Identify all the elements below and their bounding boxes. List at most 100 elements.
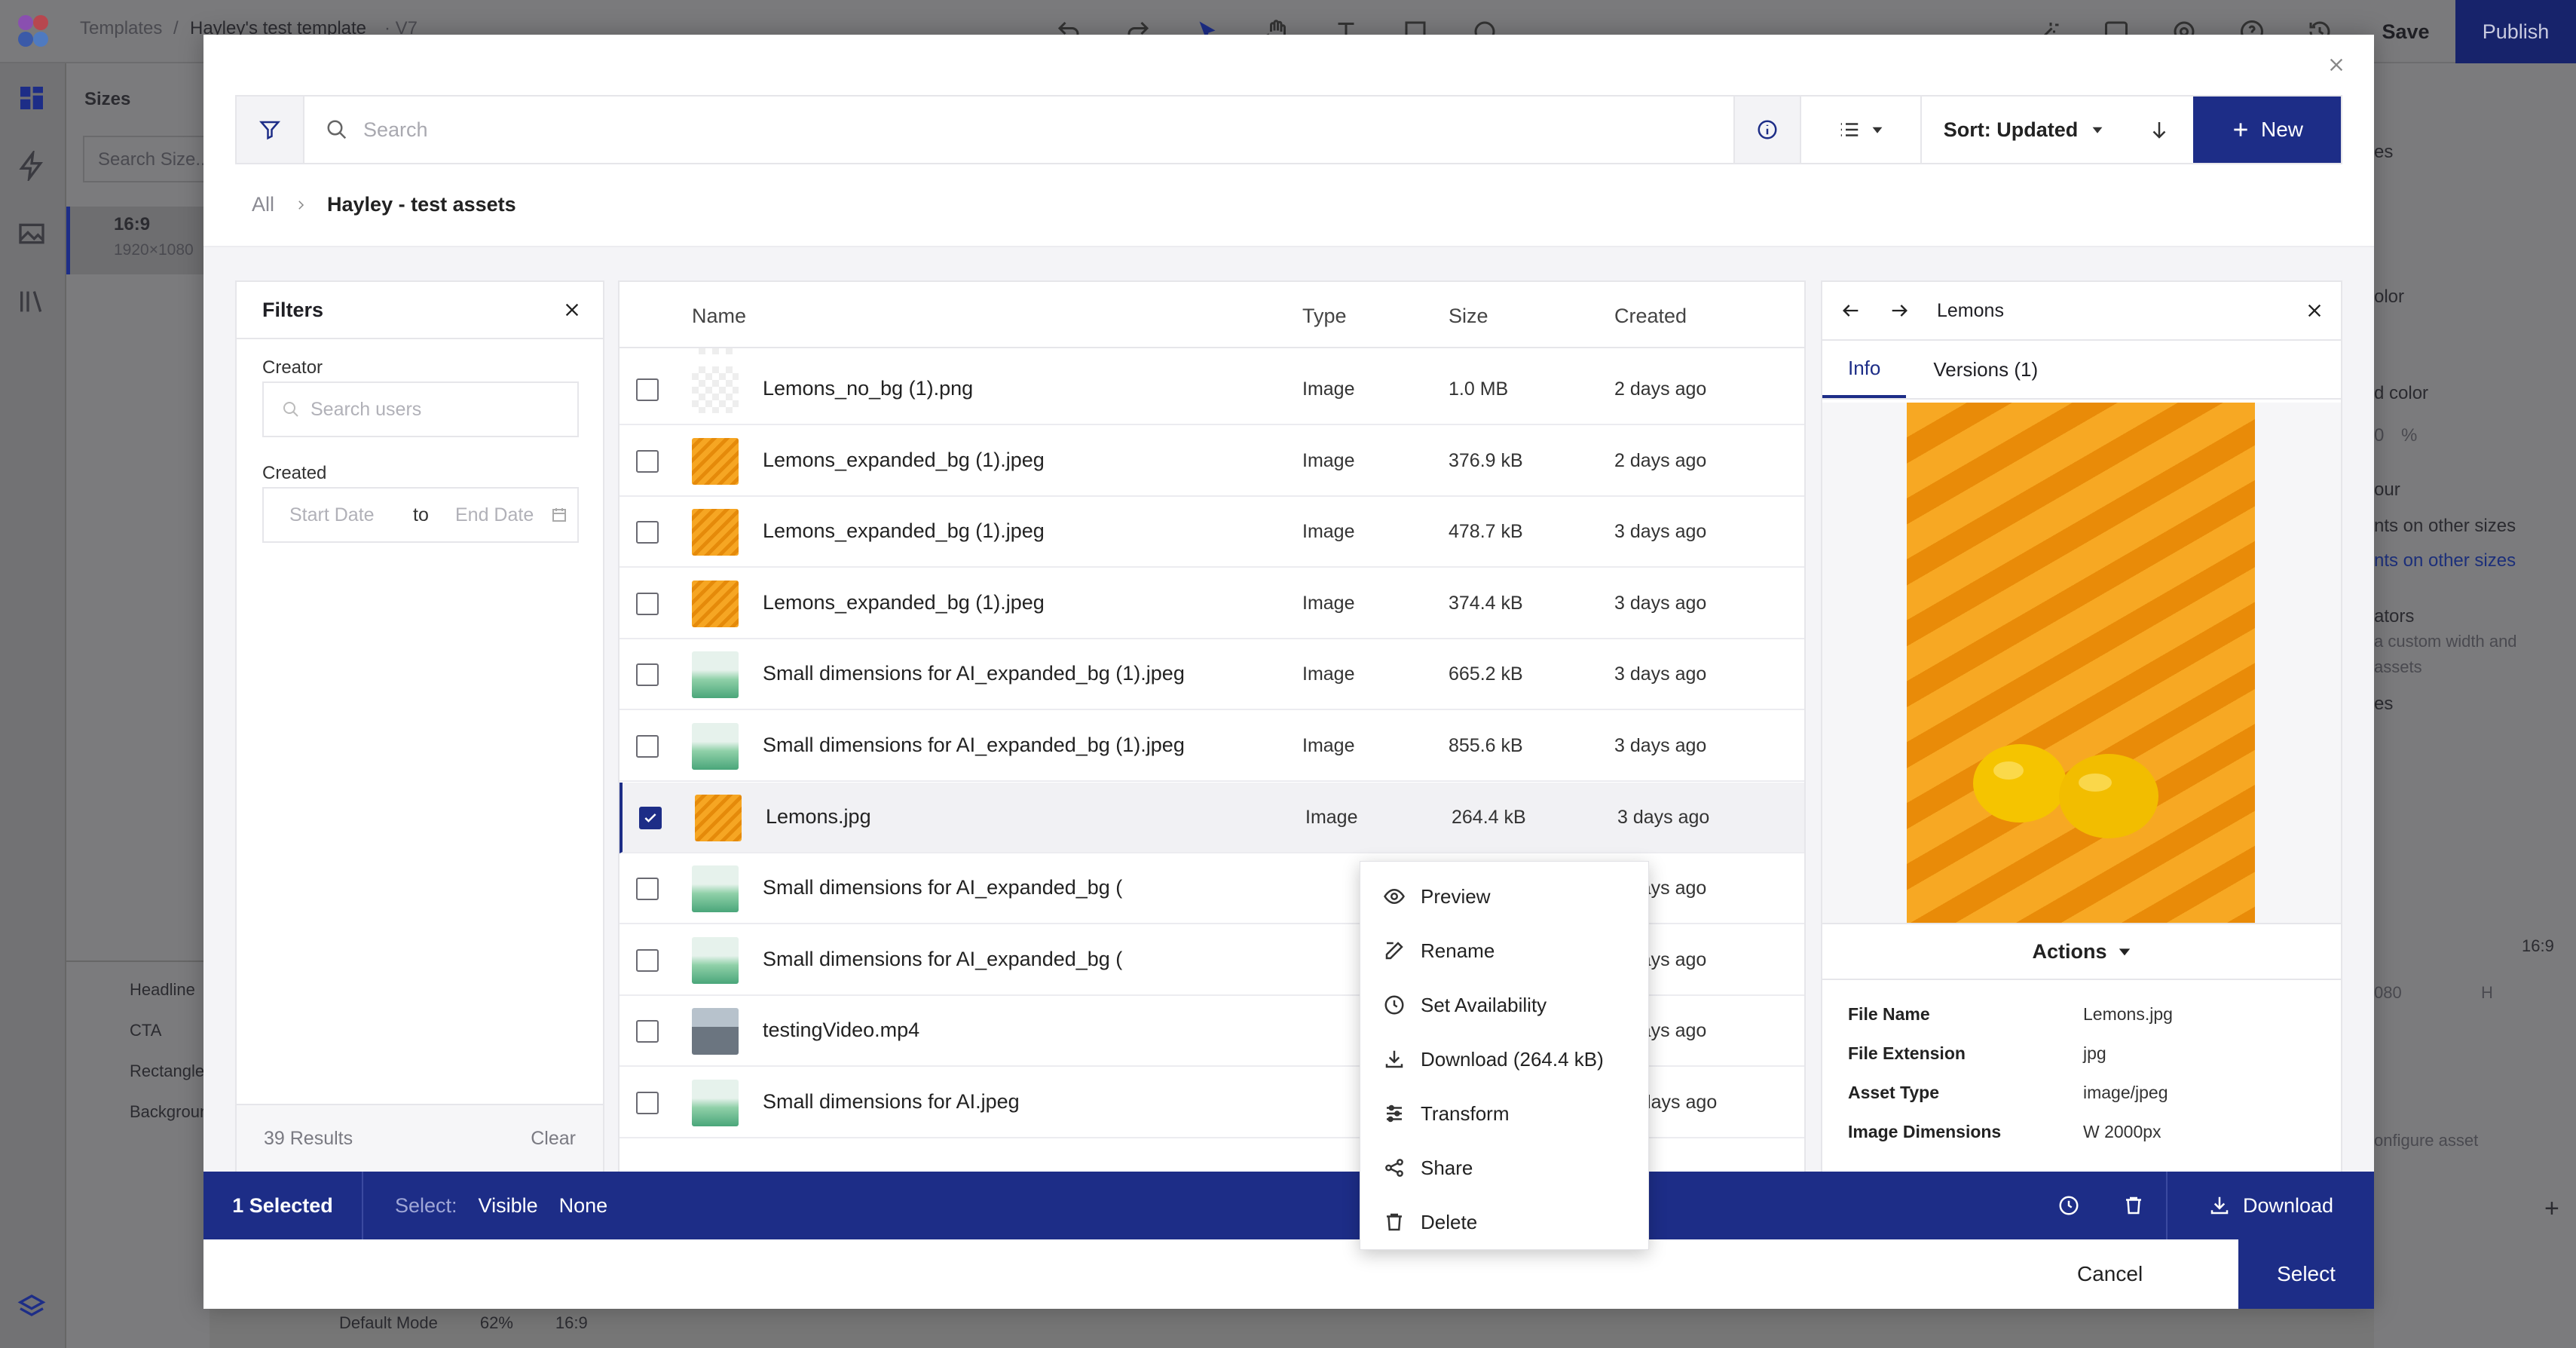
table-row[interactable]: Lemons_no_bg (1).png Image 1.0 MB 2 days ag… bbox=[620, 354, 1804, 425]
context-menu-label: Download (264.4 kB) bbox=[1421, 1047, 1604, 1071]
row-checkbox[interactable] bbox=[636, 878, 659, 901]
row-checkbox[interactable] bbox=[636, 1092, 659, 1114]
end-date-field[interactable]: End Date bbox=[455, 504, 550, 526]
column-type[interactable]: Type bbox=[1302, 305, 1347, 328]
add-icon[interactable]: + bbox=[2544, 1194, 2559, 1224]
cancel-button[interactable]: Cancel bbox=[2077, 1262, 2143, 1286]
sort-dropdown[interactable]: Sort: Updated bbox=[1922, 97, 2125, 163]
row-checkbox[interactable] bbox=[636, 663, 659, 687]
asset-preview-image[interactable] bbox=[1907, 403, 2255, 923]
table-row[interactable]: Small dimensions for AI_expanded_bg (1).… bbox=[620, 639, 1804, 711]
row-checkbox[interactable] bbox=[636, 948, 659, 972]
zoom-label[interactable]: 62% bbox=[480, 1313, 513, 1333]
row-checkbox[interactable] bbox=[636, 521, 659, 544]
sizes-search-input[interactable]: Search Size... bbox=[83, 136, 211, 182]
row-thumbnail bbox=[692, 723, 739, 770]
sizes-title: Sizes bbox=[84, 89, 131, 109]
breadcrumb: All Hayley - test assets bbox=[252, 193, 516, 216]
sidebar-library-icon[interactable] bbox=[17, 286, 47, 317]
context-menu-item-share[interactable]: Share bbox=[1360, 1141, 1648, 1195]
info-toggle-button[interactable] bbox=[1733, 97, 1801, 163]
meta-file-name-label: File Name bbox=[1848, 1004, 1930, 1024]
table-row[interactable]: Lemons.jpg Image 264.4 kB 3 days ago bbox=[620, 782, 1804, 853]
filters-title: Filters bbox=[262, 298, 324, 321]
row-checkbox[interactable] bbox=[639, 806, 662, 829]
row-type: Image bbox=[1302, 592, 1355, 614]
tab-versions[interactable]: Versions (1) bbox=[1906, 341, 2065, 398]
close-filters-icon[interactable] bbox=[564, 302, 580, 318]
asset-detail-panel: Lemons Info Versions (1) Actions File Na… bbox=[1821, 280, 2342, 1173]
column-created[interactable]: Created bbox=[1614, 305, 1687, 328]
row-created: 3 days ago bbox=[1617, 806, 1710, 828]
start-date-field[interactable]: Start Date bbox=[289, 504, 413, 526]
save-button[interactable]: Save bbox=[2360, 0, 2451, 63]
caret-down-icon bbox=[2092, 127, 2103, 133]
modal-close-button[interactable] bbox=[2321, 50, 2351, 80]
row-created: 3 days ago bbox=[1614, 663, 1707, 685]
column-name[interactable]: Name bbox=[692, 305, 746, 328]
info-icon bbox=[1758, 120, 1777, 139]
partial-row-thumb bbox=[692, 348, 739, 354]
arrow-right-icon[interactable] bbox=[1889, 300, 1910, 321]
context-menu-item-set[interactable]: Set Availability bbox=[1360, 978, 1648, 1032]
mode-label[interactable]: Default Mode bbox=[339, 1313, 438, 1333]
selection-bar: 1 Selected Select: Visible None Download bbox=[203, 1172, 2374, 1239]
breadcrumb-all[interactable]: All bbox=[252, 193, 274, 216]
sort-label: Sort: Updated bbox=[1943, 118, 2079, 141]
new-asset-button[interactable]: New bbox=[2193, 97, 2341, 163]
row-thumbnail bbox=[692, 651, 739, 699]
sidebar-layouts-icon[interactable] bbox=[17, 83, 47, 113]
row-type: Image bbox=[1302, 663, 1355, 685]
select-none-button[interactable]: None bbox=[559, 1194, 608, 1218]
row-checkbox[interactable] bbox=[636, 1020, 659, 1043]
plus-icon bbox=[2234, 123, 2247, 136]
creator-search-input[interactable]: Search users bbox=[262, 381, 579, 437]
tab-info[interactable]: Info bbox=[1822, 341, 1907, 398]
app-breadcrumb-sep: / bbox=[173, 18, 179, 38]
select-button[interactable]: Select bbox=[2238, 1239, 2374, 1309]
context-menu-item-rename[interactable]: Rename bbox=[1360, 924, 1648, 978]
set-availability-button[interactable] bbox=[2036, 1172, 2101, 1239]
arrow-left-icon[interactable] bbox=[1840, 300, 1862, 321]
column-size[interactable]: Size bbox=[1449, 305, 1488, 328]
clear-filters-button[interactable]: Clear bbox=[531, 1128, 576, 1150]
table-row[interactable]: Lemons_expanded_bg (1).jpeg Image 478.7 kB… bbox=[620, 497, 1804, 568]
publish-button[interactable]: Publish bbox=[2455, 0, 2576, 63]
selection-actions: Download bbox=[2036, 1172, 2374, 1239]
sidebar-image-icon[interactable] bbox=[17, 219, 47, 249]
app-breadcrumb-templates[interactable]: Templates bbox=[80, 18, 162, 39]
close-detail-icon[interactable] bbox=[2306, 302, 2323, 319]
sidebar-layers-icon[interactable] bbox=[17, 1292, 47, 1322]
row-checkbox[interactable] bbox=[636, 735, 659, 758]
context-menu-item-delete[interactable]: Delete bbox=[1360, 1195, 1648, 1249]
view-mode-dropdown[interactable] bbox=[1801, 97, 1922, 163]
context-menu-item-preview[interactable]: Preview bbox=[1360, 869, 1648, 924]
sidebar-bolt-icon[interactable] bbox=[17, 151, 47, 181]
row-type: Image bbox=[1305, 806, 1358, 828]
row-thumbnail bbox=[695, 794, 742, 841]
row-type: Image bbox=[1302, 378, 1355, 400]
filters-panel: Filters Creator Search users Created Sta… bbox=[235, 280, 604, 1173]
row-checkbox[interactable] bbox=[636, 378, 659, 401]
row-checkbox[interactable] bbox=[636, 592, 659, 615]
table-row[interactable]: Lemons_expanded_bg (1).jpeg Image 374.4 kB… bbox=[620, 568, 1804, 639]
table-row[interactable]: Lemons_expanded_bg (1).jpeg Image 376.9 kB… bbox=[620, 426, 1804, 497]
actions-dropdown[interactable]: Actions bbox=[1822, 923, 2341, 980]
filter-toggle-button[interactable] bbox=[237, 97, 304, 163]
context-menu-label: Set Availability bbox=[1421, 993, 1547, 1016]
delete-selected-button[interactable] bbox=[2101, 1172, 2166, 1239]
context-menu-item-transform[interactable]: Transform bbox=[1360, 1086, 1648, 1141]
calendar-icon[interactable] bbox=[550, 506, 568, 524]
search-input[interactable] bbox=[363, 118, 815, 142]
row-type: Image bbox=[1302, 449, 1355, 471]
sort-direction-button[interactable] bbox=[2125, 97, 2193, 163]
context-menu-item-download[interactable]: Download (264.4 kB) bbox=[1360, 1032, 1648, 1086]
row-size: 374.4 kB bbox=[1449, 592, 1523, 614]
meta-asset-type-label: Asset Type bbox=[1848, 1083, 1940, 1102]
row-context-menu: Preview Rename Set Availability Download (2… bbox=[1360, 861, 1649, 1250]
table-row[interactable]: Small dimensions for AI_expanded_bg (1).… bbox=[620, 711, 1804, 782]
download-selected-button[interactable]: Download bbox=[2166, 1172, 2374, 1239]
select-visible-button[interactable]: Visible bbox=[479, 1194, 538, 1218]
size-item-16-9[interactable]: 16:9 1920×1080 bbox=[66, 207, 210, 274]
row-checkbox[interactable] bbox=[636, 449, 659, 473]
